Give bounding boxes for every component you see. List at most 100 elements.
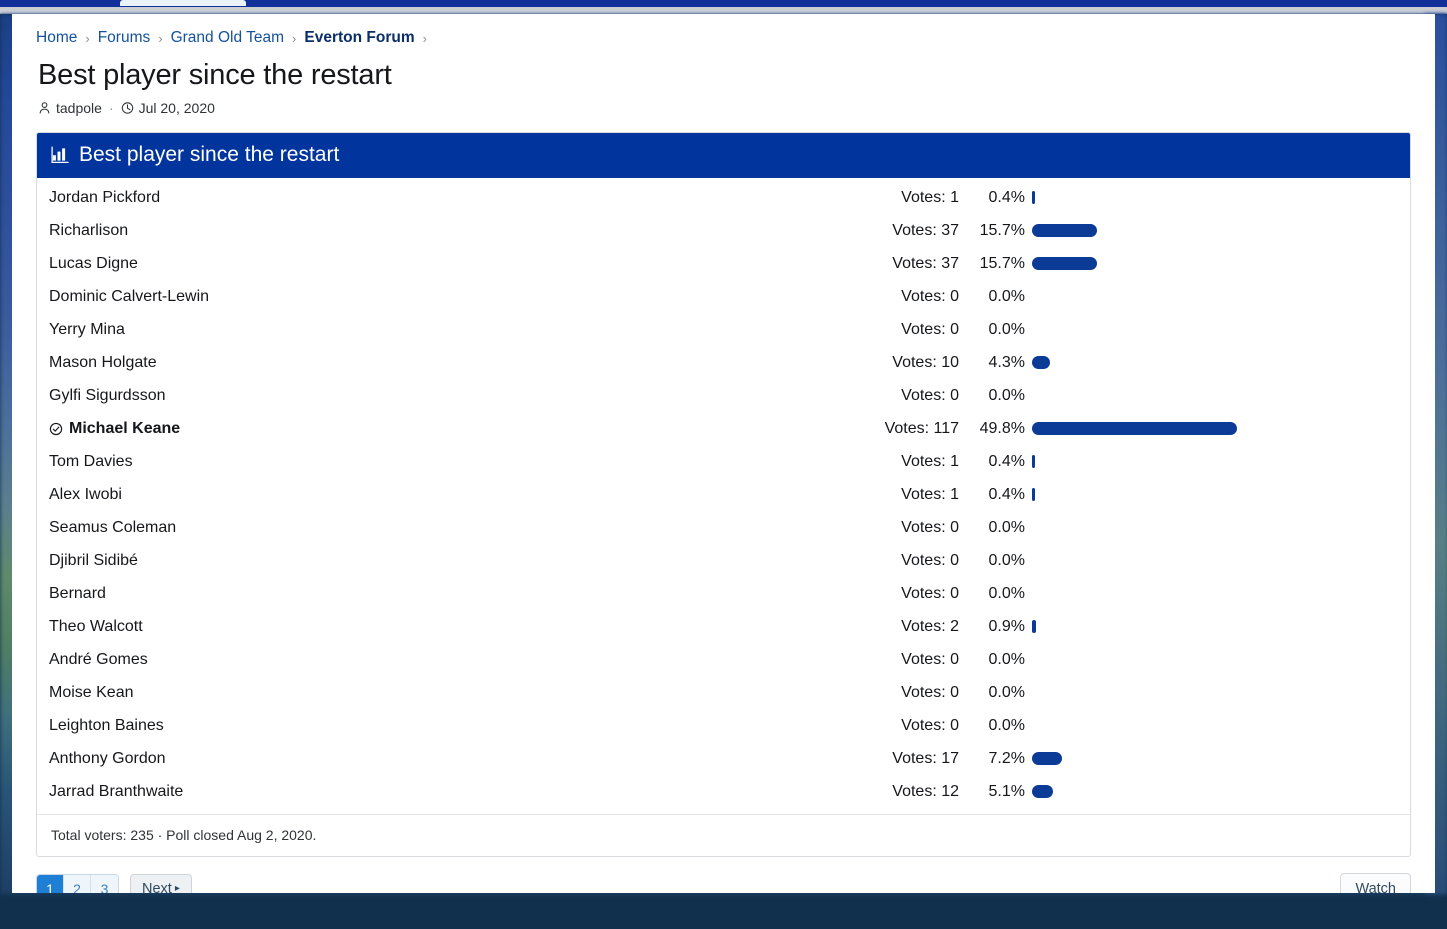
poll-option-label: Dominic Calvert-Lewin: [49, 288, 849, 306]
poll-option-percent: 0.0%: [988, 386, 1025, 404]
poll-option-bar-track: [1027, 224, 1398, 237]
poll-option-label: Gylfi Sigurdsson: [49, 387, 849, 405]
poll-option-percent: 49.8%: [979, 419, 1025, 437]
thread-bottom-bar: 1 2 3 Next ▸ Watch: [36, 873, 1411, 893]
poll-option-name: Richarlison: [49, 221, 129, 239]
poll-option-label: Yerry Mina: [49, 321, 849, 339]
poll-option-row: Gylfi Sigurdsson Votes: 0 0.0%: [37, 379, 1410, 412]
pagination-page-1[interactable]: 1: [37, 875, 64, 893]
poll-option-percent: 0.0%: [988, 320, 1025, 338]
browser-toolbar: [0, 7, 1447, 14]
poll-option-percent: 5.1%: [988, 782, 1025, 800]
poll-option-row: Moise Kean Votes: 0 0.0%: [37, 676, 1410, 709]
poll-option-name: Tom Davies: [49, 452, 133, 470]
poll-option-row: Mason Holgate Votes: 10 4.3%: [37, 346, 1410, 379]
breadcrumb-item-home[interactable]: Home: [36, 29, 77, 47]
poll-option-percent: 0.4%: [988, 452, 1025, 470]
poll-option-votes: Votes: 0: [901, 320, 959, 338]
poll-option-bar-track: [1027, 752, 1398, 765]
thread-author-name: tadpole: [56, 100, 102, 116]
poll-option-percent: 0.0%: [988, 518, 1025, 536]
poll-option-row: Djibril Sidibé Votes: 0 0.0%: [37, 544, 1410, 577]
poll-option-row: Jordan Pickford Votes: 1 0.4%: [37, 181, 1410, 214]
poll-option-row: Lucas Digne Votes: 37 15.7%: [37, 247, 1410, 280]
poll-option-bar-track: [1027, 785, 1398, 798]
poll-option-percent: 0.0%: [988, 287, 1025, 305]
poll-option-name: Yerry Mina: [49, 320, 125, 338]
poll-option-votes: Votes: 0: [901, 518, 959, 536]
poll-option-row: Richarlison Votes: 37 15.7%: [37, 214, 1410, 247]
poll-option-row: Alex Iwobi Votes: 1 0.4%: [37, 478, 1410, 511]
poll-option-bar-track: [1027, 422, 1398, 435]
poll-option-votes: Votes: 0: [901, 287, 959, 305]
poll-option-bar: [1032, 356, 1050, 369]
chevron-right-icon: ▸: [174, 883, 180, 893]
poll-option-percent: 15.7%: [979, 254, 1025, 272]
breadcrumb-item-everton-forum[interactable]: Everton Forum: [304, 29, 414, 47]
thread-date[interactable]: Jul 20, 2020: [121, 100, 215, 116]
poll-option-row: Jarrad Branthwaite Votes: 12 5.1%: [37, 775, 1410, 808]
thread-meta: tadpole · Jul 20, 2020: [38, 100, 1411, 116]
bar-chart-icon: [51, 146, 70, 164]
poll-option-bar-track: [1027, 356, 1398, 369]
poll-option-bar: [1032, 191, 1035, 204]
thread-author[interactable]: tadpole: [38, 100, 102, 116]
poll-option-label: Theo Walcott: [49, 618, 849, 636]
poll-option-row: Dominic Calvert-Lewin Votes: 0 0.0%: [37, 280, 1410, 313]
poll-option-label: Lucas Digne: [49, 255, 849, 273]
pagination-page-group: 1 2 3: [36, 874, 119, 893]
poll-option-name: Alex Iwobi: [49, 485, 122, 503]
poll-option-bar: [1032, 224, 1097, 237]
clock-icon: [121, 101, 134, 115]
poll-option-percent: 0.9%: [988, 617, 1025, 635]
pagination-page-2[interactable]: 2: [64, 875, 91, 893]
poll-option-percent: 0.4%: [988, 188, 1025, 206]
poll-option-name: Leighton Baines: [49, 716, 164, 734]
pagination-page-3[interactable]: 3: [91, 875, 118, 893]
poll-option-percent: 0.0%: [988, 716, 1025, 734]
pagination-next-label: Next: [142, 880, 172, 894]
poll-option-votes: Votes: 0: [901, 386, 959, 404]
poll-option-percent: 0.0%: [988, 584, 1025, 602]
chevron-right-icon: ›: [85, 30, 90, 46]
poll-title: Best player since the restart: [79, 143, 340, 166]
poll-option-name: Jordan Pickford: [49, 188, 161, 206]
poll-option-votes: Votes: 0: [901, 716, 959, 734]
chevron-right-icon: ›: [422, 30, 427, 46]
pagination: 1 2 3 Next ▸: [36, 874, 192, 893]
breadcrumb-item-forums[interactable]: Forums: [98, 29, 151, 47]
poll-option-bar: [1032, 752, 1062, 765]
poll-option-name: Lucas Digne: [49, 254, 138, 272]
meta-separator: ·: [108, 100, 114, 116]
poll-option-bar: [1032, 422, 1238, 435]
poll-option-bar: [1032, 620, 1036, 633]
poll-option-row: André Gomes Votes: 0 0.0%: [37, 643, 1410, 676]
poll-options-list: Jordan Pickford Votes: 1 0.4% Richarlison Vo…: [37, 178, 1410, 808]
poll-option-label: Seamus Coleman: [49, 519, 849, 537]
poll-option-votes: Votes: 0: [901, 650, 959, 668]
poll-option-bar-track: [1027, 620, 1398, 633]
poll-option-row: Bernard Votes: 0 0.0%: [37, 577, 1410, 610]
poll-option-votes: Votes: 17: [892, 749, 959, 767]
breadcrumb-item-grand-old-team[interactable]: Grand Old Team: [171, 29, 284, 47]
pagination-next-button[interactable]: Next ▸: [130, 874, 192, 893]
poll-option-row: Theo Walcott Votes: 2 0.9%: [37, 610, 1410, 643]
poll-option-votes: Votes: 37: [892, 254, 959, 272]
poll-option-bar-track: [1027, 488, 1398, 501]
poll-option-votes: Votes: 0: [901, 551, 959, 569]
poll-option-label: Bernard: [49, 585, 849, 603]
poll-option-votes: Votes: 0: [901, 584, 959, 602]
poll-option-bar: [1032, 785, 1053, 798]
thread-date-text: Jul 20, 2020: [138, 100, 215, 116]
poll-option-percent: 15.7%: [979, 221, 1025, 239]
poll-header: Best player since the restart: [37, 133, 1410, 178]
poll-option-bar: [1032, 257, 1097, 270]
poll-option-row: Yerry Mina Votes: 0 0.0%: [37, 313, 1410, 346]
forum-page: Home › Forums › Grand Old Team › Everton…: [12, 14, 1435, 893]
browser-active-tab[interactable]: [120, 0, 246, 6]
watch-button[interactable]: Watch: [1340, 873, 1411, 893]
poll-option-votes: Votes: 12: [892, 782, 959, 800]
poll-option-name: Bernard: [49, 584, 106, 602]
poll-option-bar-track: [1027, 257, 1398, 270]
poll-block: Best player since the restart Jordan Pic…: [36, 132, 1411, 857]
